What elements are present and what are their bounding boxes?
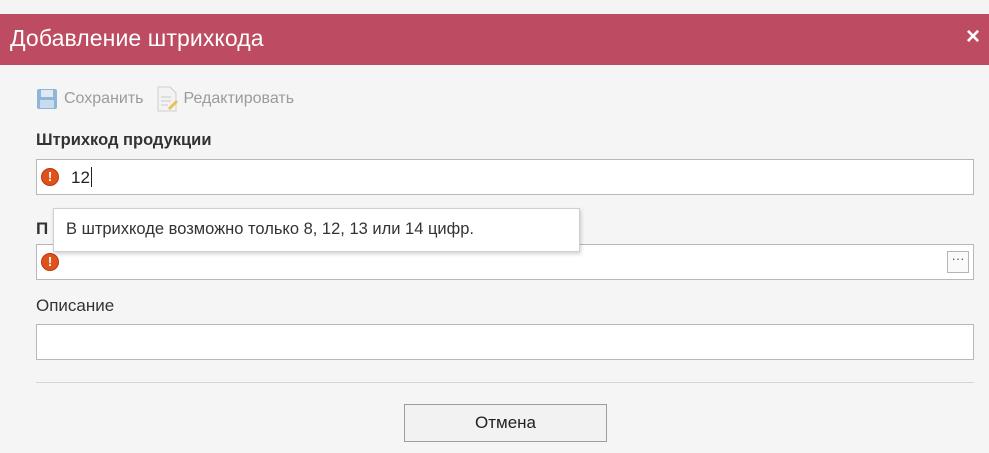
footer-divider bbox=[36, 382, 974, 383]
validation-tooltip: В штрихкоде возможно только 8, 12, 13 ил… bbox=[53, 208, 580, 252]
error-icon: ! bbox=[41, 253, 59, 271]
edit-button-label: Редактировать bbox=[183, 90, 295, 107]
description-input[interactable] bbox=[36, 324, 974, 360]
barcode-label: Штрихкод продукции bbox=[36, 131, 212, 149]
text-caret bbox=[90, 167, 92, 187]
add-barcode-dialog: Добавление штрихкода × Сохранить Редакти… bbox=[0, 0, 989, 453]
save-button[interactable]: Сохранить bbox=[36, 88, 144, 110]
dialog-title-bar[interactable]: Добавление штрихкода × bbox=[0, 14, 989, 65]
dialog-title: Добавление штрихкода bbox=[10, 25, 264, 51]
browse-button[interactable]: ··· bbox=[947, 251, 969, 273]
document-edit-icon bbox=[157, 86, 178, 112]
floppy-disk-icon bbox=[37, 89, 57, 109]
error-icon: ! bbox=[41, 168, 59, 186]
edit-button[interactable]: Редактировать bbox=[156, 86, 295, 112]
product-label: П bbox=[36, 219, 49, 238]
close-icon[interactable]: × bbox=[961, 22, 985, 52]
barcode-input[interactable]: ! 12 bbox=[36, 159, 974, 195]
barcode-input-value: 12 bbox=[71, 167, 92, 187]
description-label: Описание bbox=[36, 296, 115, 315]
cancel-button[interactable]: Отмена bbox=[404, 404, 607, 442]
save-button-label: Сохранить bbox=[64, 90, 144, 107]
toolbar: Сохранить Редактировать bbox=[36, 84, 306, 114]
